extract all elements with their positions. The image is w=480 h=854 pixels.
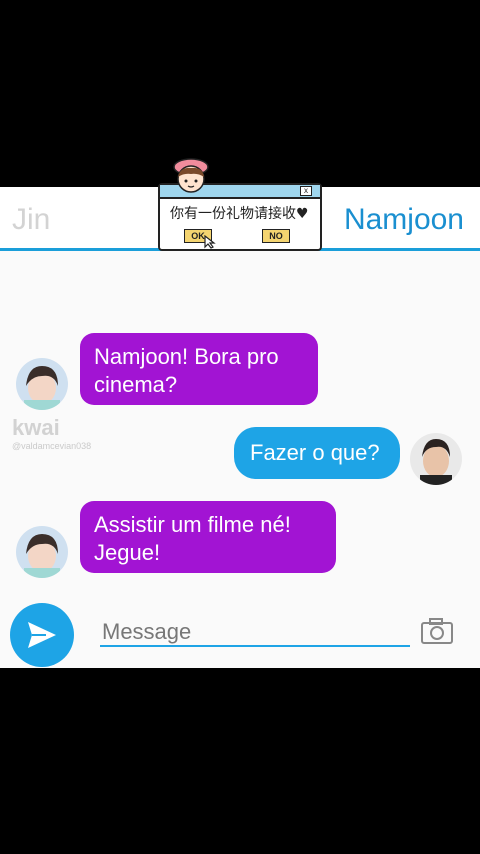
cursor-icon bbox=[204, 235, 216, 249]
message-bubble-jin[interactable]: Assistir um filme né! Jegue! bbox=[80, 501, 336, 573]
send-button[interactable] bbox=[10, 603, 74, 667]
kwai-logo: kwai bbox=[12, 415, 60, 440]
popup-no-button[interactable]: NO bbox=[262, 229, 290, 243]
send-arrow-icon bbox=[28, 622, 56, 648]
kwai-watermark: kwai @valdamcevian038 bbox=[12, 415, 112, 451]
message-line: Assistir um filme né! bbox=[94, 512, 291, 537]
avatar-namjoon[interactable] bbox=[410, 433, 462, 485]
avatar-jin[interactable] bbox=[16, 526, 68, 578]
message-line: Namjoon! Bora pro bbox=[94, 344, 279, 369]
popup-layer: x 你有一份礼物请接收♥ OK NO bbox=[0, 158, 480, 257]
message-bubble-jin[interactable]: Namjoon! Bora pro cinema? bbox=[80, 333, 318, 405]
message-input[interactable]: Message bbox=[100, 617, 410, 647]
close-icon[interactable]: x bbox=[300, 186, 312, 196]
kwai-user: @valdamcevian038 bbox=[12, 441, 92, 451]
message-line: Jegue! bbox=[94, 540, 161, 565]
avatar-jin[interactable] bbox=[16, 358, 68, 410]
message-composer: Message bbox=[0, 593, 480, 668]
popup-message: 你有一份礼物请接收♥ bbox=[170, 206, 309, 222]
message-bubble-namjoon[interactable]: Fazer o que? bbox=[234, 427, 400, 479]
message-line: cinema? bbox=[94, 372, 178, 397]
chat-screen: Jin Namjoon Namjoon! Bora pro cinema? Fa… bbox=[0, 187, 480, 668]
girl-icon bbox=[173, 158, 209, 193]
message-line: Fazer o que? bbox=[250, 440, 380, 465]
camera-icon[interactable] bbox=[420, 617, 454, 645]
